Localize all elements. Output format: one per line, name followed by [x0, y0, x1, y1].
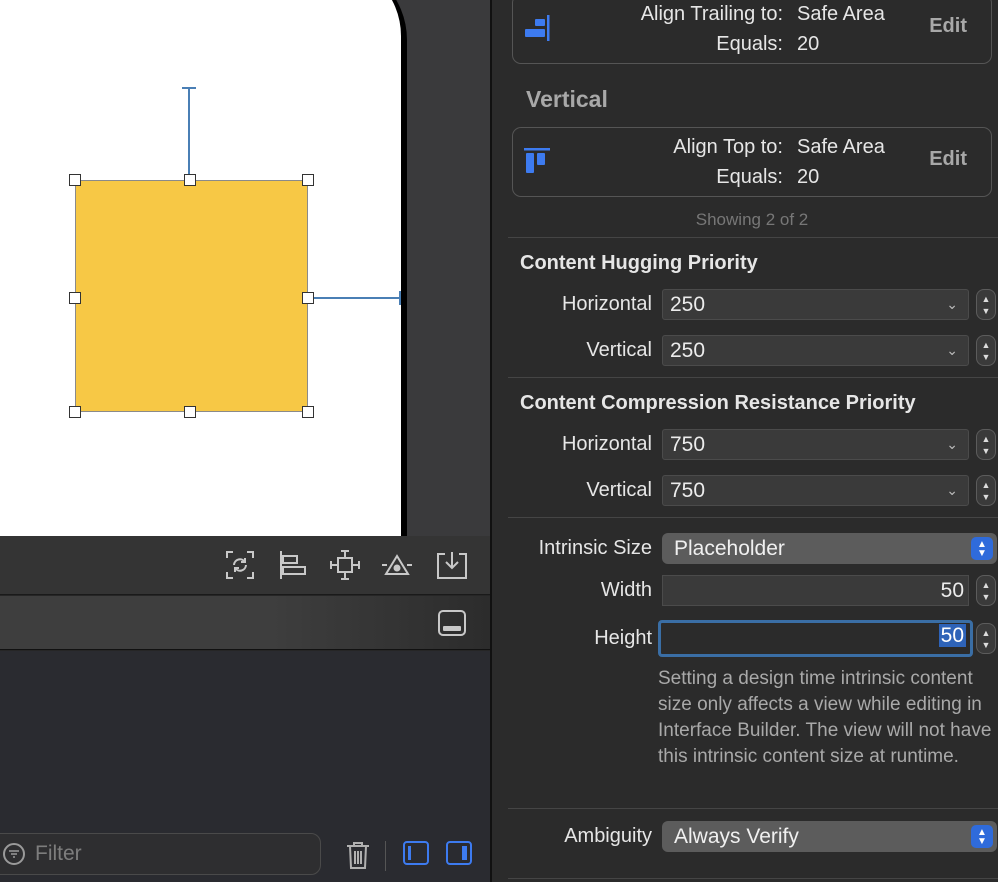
- resize-handle-right[interactable]: [302, 292, 314, 304]
- left-panel-toggle-icon[interactable]: [403, 841, 429, 865]
- divider: [508, 808, 998, 809]
- resolve-issues-icon[interactable]: [380, 548, 414, 582]
- height-field[interactable]: 50: [658, 620, 973, 657]
- hugging-horizontal-label: Horizontal: [561, 293, 652, 315]
- filter-icon: [3, 843, 25, 865]
- chevron-down-icon[interactable]: ⌄: [946, 476, 958, 505]
- ambiguity-label: Ambiguity: [564, 825, 652, 847]
- embed-in-icon[interactable]: [435, 548, 469, 582]
- trash-icon[interactable]: [346, 841, 370, 874]
- intrinsic-size-popup[interactable]: Placeholder ▲ ▼: [662, 533, 997, 564]
- width-field[interactable]: 50: [662, 575, 969, 606]
- chevron-down-icon[interactable]: ⌄: [946, 430, 958, 459]
- selected-view[interactable]: [75, 180, 308, 412]
- trailing-equals-value: 20: [797, 33, 820, 55]
- canvas-toolbar: [0, 536, 490, 595]
- compression-horizontal-label: Horizontal: [561, 433, 652, 455]
- filter-placeholder: Filter: [35, 842, 82, 865]
- compression-title: Content Compression Resistance Priority: [520, 392, 916, 414]
- height-stepper[interactable]: ▲ ▼: [976, 623, 996, 654]
- hugging-vertical-label: Vertical: [586, 339, 652, 361]
- ambiguity-popup[interactable]: Always Verify ▲ ▼: [662, 821, 997, 852]
- hugging-title: Content Hugging Priority: [520, 252, 758, 274]
- compression-vertical-stepper[interactable]: ▲ ▼: [976, 475, 996, 506]
- hugging-horizontal-combo[interactable]: 250 ⌄: [662, 289, 969, 320]
- filter-field[interactable]: Filter: [0, 833, 321, 875]
- width-value: 50: [940, 579, 964, 602]
- hugging-vertical-value: 250: [670, 339, 706, 362]
- align-trailing-icon: [523, 13, 551, 48]
- hugging-horizontal-value: 250: [670, 293, 706, 316]
- resize-handle-bottom-left[interactable]: [69, 406, 81, 418]
- width-label: Width: [600, 579, 652, 601]
- right-panel-toggle-icon[interactable]: [446, 841, 472, 865]
- update-frames-icon[interactable]: [223, 548, 257, 582]
- trailing-constraint-line[interactable]: [308, 297, 400, 299]
- resize-handle-top-left[interactable]: [69, 174, 81, 186]
- trailing-constraint-card[interactable]: Align Trailing to: Safe Area Equals: 20 …: [512, 0, 992, 64]
- top-constraint-cap: [182, 87, 196, 89]
- top-constraint-card[interactable]: Align Top to: Safe Area Equals: 20 Edit: [512, 127, 992, 197]
- trailing-label: Align Trailing to:: [640, 3, 783, 25]
- compression-horizontal-combo[interactable]: 750 ⌄: [662, 429, 969, 460]
- compression-vertical-value: 750: [670, 479, 706, 502]
- top-target: Safe Area: [797, 136, 885, 158]
- top-equals-label: Equals:: [716, 166, 783, 188]
- divider: [508, 377, 998, 378]
- showing-count: Showing 2 of 2: [695, 210, 809, 229]
- ambiguity-value: Always Verify: [674, 825, 799, 848]
- align-icon[interactable]: [276, 548, 310, 582]
- edit-top-button[interactable]: Edit: [929, 148, 967, 171]
- hugging-horizontal-stepper[interactable]: ▲ ▼: [976, 289, 996, 320]
- compression-vertical-combo[interactable]: 750 ⌄: [662, 475, 969, 506]
- resize-handle-left[interactable]: [69, 292, 81, 304]
- intrinsic-size-value: Placeholder: [674, 537, 785, 560]
- height-value: 50: [938, 624, 966, 647]
- trailing-constraint-cap: [399, 291, 401, 305]
- compression-vertical-label: Vertical: [586, 479, 652, 501]
- editor-area: Filter: [0, 0, 490, 882]
- resize-handle-bottom[interactable]: [184, 406, 196, 418]
- size-inspector: Align Trailing to: Safe Area Equals: 20 …: [492, 0, 998, 882]
- top-constraint-line[interactable]: [188, 88, 190, 180]
- divider: [508, 237, 998, 238]
- compression-horizontal-stepper[interactable]: ▲ ▼: [976, 429, 996, 460]
- intrinsic-size-label: Intrinsic Size: [538, 537, 652, 559]
- popup-arrows-icon: ▲ ▼: [971, 537, 993, 560]
- resize-handle-top[interactable]: [184, 174, 196, 186]
- resize-handle-top-right[interactable]: [302, 174, 314, 186]
- vertical-header: Vertical: [526, 86, 608, 112]
- top-label: Align Top to:: [673, 136, 783, 158]
- intrinsic-help-text: Setting a design time intrinsic content …: [658, 668, 992, 767]
- edit-trailing-button[interactable]: Edit: [929, 15, 967, 38]
- align-top-icon: [523, 146, 551, 181]
- compression-horizontal-value: 750: [670, 433, 706, 456]
- hugging-vertical-stepper[interactable]: ▲ ▼: [976, 335, 996, 366]
- add-constraints-icon[interactable]: [328, 548, 362, 582]
- resize-handle-bottom-right[interactable]: [302, 406, 314, 418]
- debug-bar: [0, 596, 490, 650]
- trailing-equals-label: Equals:: [716, 33, 783, 55]
- divider: [508, 878, 998, 879]
- width-stepper[interactable]: ▲ ▼: [976, 575, 996, 606]
- debug-area: [0, 651, 490, 831]
- hide-debug-area-icon[interactable]: [438, 610, 466, 636]
- popup-arrows-icon: ▲ ▼: [971, 825, 993, 848]
- hugging-vertical-combo[interactable]: 250 ⌄: [662, 335, 969, 366]
- height-label: Height: [594, 627, 652, 649]
- chevron-down-icon[interactable]: ⌄: [946, 336, 958, 365]
- bottom-bar-separator: [385, 841, 386, 871]
- top-equals-value: 20: [797, 166, 820, 188]
- trailing-target: Safe Area: [797, 3, 885, 25]
- interface-builder-canvas[interactable]: [0, 0, 490, 536]
- chevron-down-icon[interactable]: ⌄: [946, 290, 958, 319]
- divider: [508, 517, 998, 518]
